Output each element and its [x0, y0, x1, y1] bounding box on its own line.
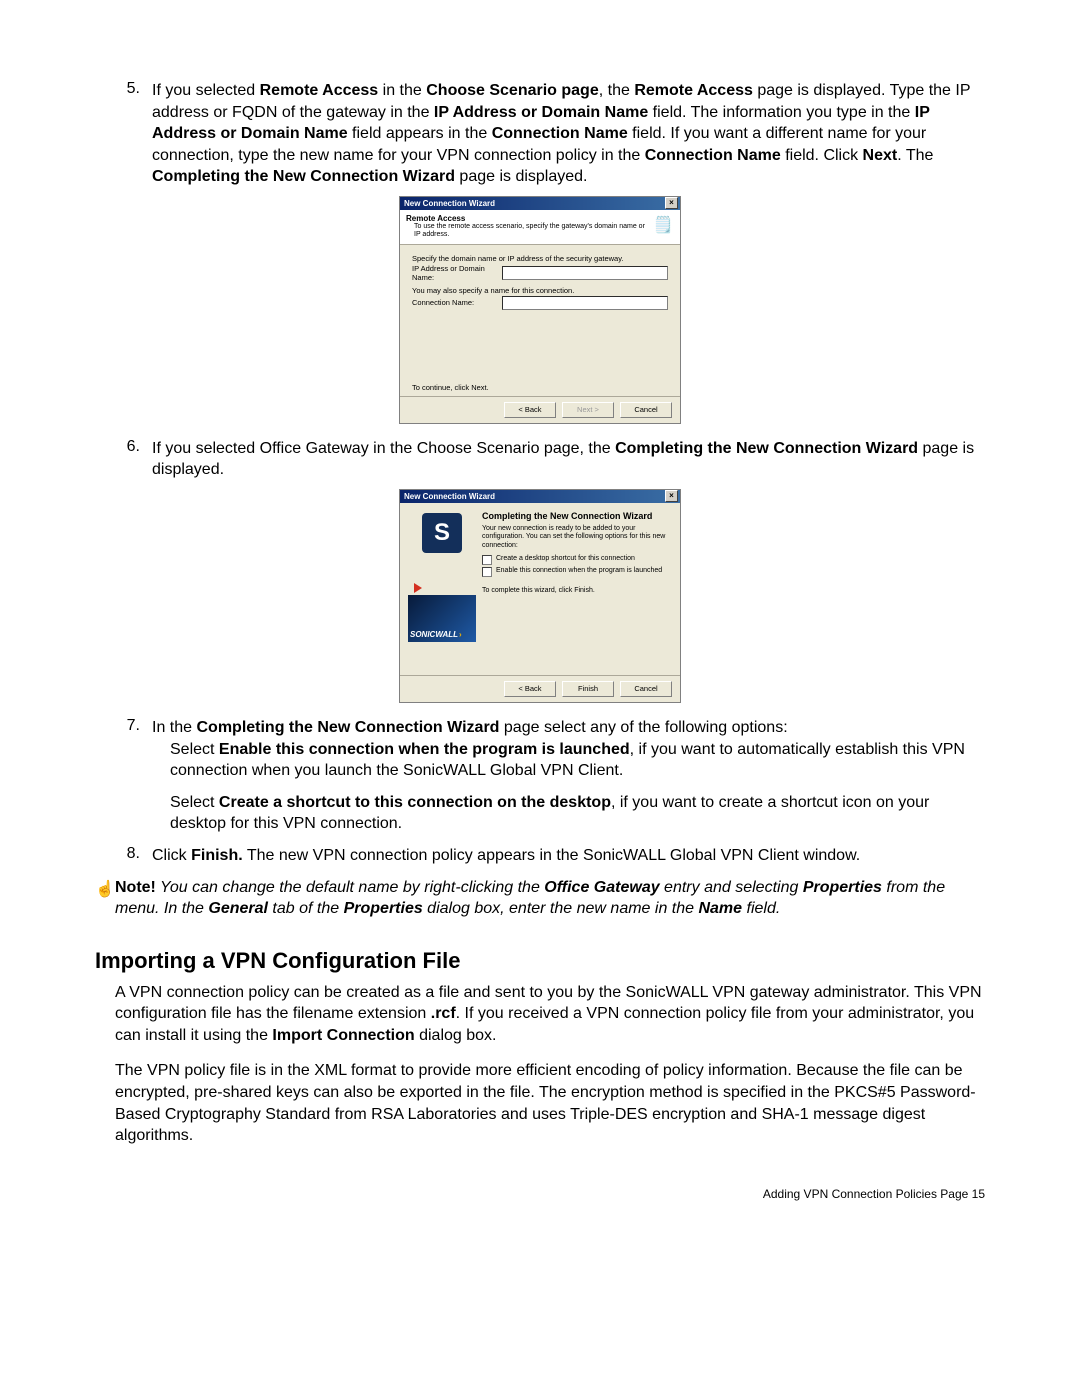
- bold-text: Connection Name: [492, 125, 628, 142]
- checkbox-label: Enable this connection when the program …: [496, 567, 662, 574]
- bold-text: Connection Name: [645, 147, 781, 164]
- cancel-button[interactable]: Cancel: [620, 681, 672, 697]
- page-footer: Adding VPN Connection Policies Page 15: [95, 1187, 985, 1201]
- note-block: ☝️ Note! You can change the default name…: [95, 877, 985, 920]
- bold-text: Choose Scenario page: [426, 82, 599, 99]
- bold-text: Remote Access: [260, 82, 379, 99]
- text: dialog box.: [415, 1027, 497, 1044]
- text: field appears in the: [348, 125, 492, 142]
- note-icon: ☝️: [95, 877, 115, 899]
- checkbox-icon[interactable]: [482, 567, 492, 577]
- back-button[interactable]: < Back: [504, 402, 556, 418]
- wizard-heading: Completing the New Connection Wizard: [482, 511, 672, 521]
- text: field. Click: [781, 147, 863, 164]
- sonicwall-banner: SONICWALL›: [408, 595, 476, 642]
- text: Click: [152, 847, 191, 864]
- text: in the: [378, 82, 426, 99]
- text: page is displayed.: [455, 168, 588, 185]
- dialog-titlebar: New Connection Wizard ×: [400, 197, 680, 210]
- paragraph: The VPN policy file is in the XML format…: [115, 1060, 985, 1146]
- bold-text: Remote Access: [634, 82, 753, 99]
- step-number: 7.: [95, 717, 152, 735]
- bold-text: Enable this connection when the program …: [219, 741, 630, 758]
- text: , the: [599, 82, 635, 99]
- connection-name-input[interactable]: [502, 296, 668, 310]
- text: In the: [152, 719, 196, 736]
- steps-list: 5. If you selected Remote Access in the …: [95, 80, 985, 867]
- text: . The: [897, 147, 933, 164]
- text: field. The information you type in the: [648, 104, 915, 121]
- step-5-text: If you selected Remote Access in the Cho…: [152, 80, 985, 188]
- document-page: 5. If you selected Remote Access in the …: [0, 0, 1080, 1397]
- step-number: 5.: [95, 80, 152, 98]
- note-label: Note!: [115, 879, 156, 896]
- bold-text: Finish.: [191, 847, 243, 864]
- bold-text: Completing the New Connection Wizard: [196, 719, 499, 736]
- text: Select: [170, 794, 219, 811]
- dialog-completing-wizard: New Connection Wizard × S SONICWALL› C: [399, 489, 681, 703]
- name-hint: You may also specify a name for this con…: [412, 286, 668, 295]
- dialog-title: New Connection Wizard: [404, 199, 495, 208]
- dialog-titlebar: New Connection Wizard ×: [400, 490, 680, 503]
- bold-text: Create a shortcut to this connection on …: [219, 794, 611, 811]
- next-button[interactable]: Next >: [562, 402, 614, 418]
- bold-text: Next: [863, 147, 898, 164]
- bold-text: Completing the New Connection Wizard: [615, 440, 918, 457]
- bold-text: Import Connection: [272, 1027, 414, 1044]
- wizard-intro: Your new connection is ready to be added…: [482, 525, 672, 550]
- checkbox-row-shortcut[interactable]: Create a desktop shortcut for this conne…: [482, 555, 672, 565]
- checkbox-row-enable[interactable]: Enable this connection when the program …: [482, 567, 672, 577]
- text: page select any of the following options…: [499, 719, 787, 736]
- finish-button[interactable]: Finish: [562, 681, 614, 697]
- dialog-title: New Connection Wizard: [404, 492, 495, 501]
- bold-text: IP Address or Domain Name: [434, 104, 648, 121]
- step-number: 8.: [95, 845, 152, 863]
- sonicwall-logo-icon: S: [422, 513, 462, 553]
- checkbox-icon[interactable]: [482, 555, 492, 565]
- dialog-header-title: Remote Access: [406, 214, 652, 223]
- close-icon[interactable]: ×: [665, 197, 678, 209]
- dialog-header-subtitle: To use the remote access scenario, speci…: [406, 223, 652, 240]
- paragraph: A VPN connection policy can be created a…: [115, 982, 985, 1047]
- cancel-button[interactable]: Cancel: [620, 402, 672, 418]
- text: Select: [170, 741, 219, 758]
- step-6-text: If you selected Office Gateway in the Ch…: [152, 438, 985, 481]
- step-number: 6.: [95, 438, 152, 456]
- finish-hint: To complete this wizard, click Finish.: [482, 587, 672, 594]
- gateway-prompt: Specify the domain name or IP address of…: [412, 254, 668, 263]
- step-7-option-b: Select Create a shortcut to this connect…: [170, 792, 985, 835]
- section-heading: Importing a VPN Configuration File: [95, 948, 985, 974]
- arrow-icon: [414, 583, 422, 593]
- dialog-sidebar: S SONICWALL›: [408, 509, 476, 669]
- bold-text: .rcf: [431, 1005, 456, 1022]
- back-button[interactable]: < Back: [504, 681, 556, 697]
- text: If you selected: [152, 82, 260, 99]
- connection-name-label: Connection Name:: [412, 298, 502, 307]
- text: If you selected Office Gateway in the Ch…: [152, 440, 615, 457]
- text: The new VPN connection policy appears in…: [243, 847, 861, 864]
- step-7-option-a: Select Enable this connection when the p…: [170, 739, 985, 782]
- continue-hint: To continue, click Next.: [400, 377, 680, 396]
- notes-icon: 🗒️: [652, 214, 674, 236]
- step-8-text: Click Finish. The new VPN connection pol…: [152, 845, 985, 867]
- ip-address-input[interactable]: [502, 266, 668, 280]
- close-icon[interactable]: ×: [665, 490, 678, 502]
- dialog-remote-access: New Connection Wizard × Remote Access To…: [399, 196, 681, 424]
- step-7-text: In the Completing the New Connection Wiz…: [152, 717, 985, 739]
- note-text: Note! You can change the default name by…: [115, 877, 985, 920]
- bold-text: Completing the New Connection Wizard: [152, 168, 455, 185]
- checkbox-label: Create a desktop shortcut for this conne…: [496, 555, 635, 562]
- ip-field-label: IP Address or Domain Name:: [412, 264, 502, 282]
